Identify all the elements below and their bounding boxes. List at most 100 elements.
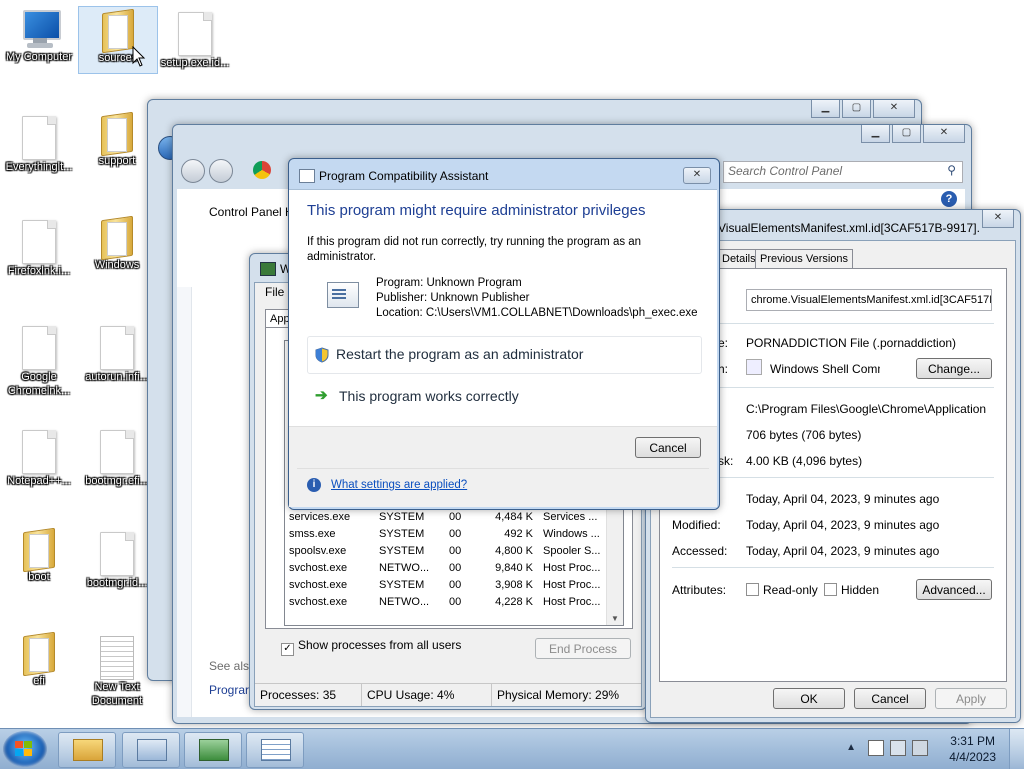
help-icon[interactable]: ? (941, 191, 957, 207)
file-icon (22, 326, 56, 370)
desktop-icon-efi[interactable]: efi (0, 631, 78, 688)
window-caption-buttons: ✕ (683, 167, 711, 184)
maximize-button[interactable]: ▢ (892, 125, 921, 143)
window-caption-buttons: ✕ (982, 210, 1014, 228)
modified-value: Today, April 04, 2023, 9 minutes ago (746, 518, 940, 532)
clock-date: 4/4/2023 (949, 750, 996, 764)
change-button[interactable]: Change... (916, 358, 992, 379)
clock[interactable]: 3:31 PM 4/4/2023 (949, 733, 996, 765)
close-button[interactable]: ✕ (683, 167, 711, 184)
minimize-button[interactable]: ▁ (861, 125, 890, 143)
taskbar-task-manager[interactable] (184, 732, 242, 768)
network-icon[interactable] (890, 740, 906, 756)
show-hidden-icons-icon[interactable]: ▲ (846, 742, 856, 753)
what-settings-link[interactable]: What settings are applied? (331, 479, 467, 491)
end-process-button[interactable]: End Process (535, 638, 631, 659)
desktop-icon-everything[interactable]: Everythinglt... (0, 116, 78, 174)
desktop-icon-boot[interactable]: boot (0, 527, 78, 584)
table-row[interactable]: services.exe SYSTEM 00 4,484 K Services ... (285, 509, 605, 526)
minimize-button[interactable]: ▁ (811, 100, 840, 118)
desktop-icon-label: Firefoxlnk.i... (7, 265, 71, 277)
ok-button[interactable]: OK (773, 688, 845, 709)
desktop-icon-my-computer[interactable]: My Computer (0, 8, 78, 64)
properties-icon (261, 739, 291, 761)
desktop-icon-new-text-document[interactable]: New Text Document (78, 636, 156, 708)
desktop-icon-google-chrome[interactable]: Google Chromelnk... (0, 326, 78, 398)
maximize-button[interactable]: ▢ (842, 100, 871, 118)
desktop-icon-label-line2: Document (91, 695, 143, 707)
cell-cpu: 00 (449, 579, 462, 591)
table-row[interactable]: svchost.exe NETWO... 00 9,840 K Host Proc... (285, 560, 605, 577)
folder-icon (19, 631, 59, 677)
search-input[interactable]: Search Control Panel ⚲ (723, 161, 963, 183)
cancel-button[interactable]: Cancel (854, 688, 926, 709)
cell-name: spoolsv.exe (289, 545, 347, 557)
desktop-icon-windows[interactable]: Windows (78, 215, 156, 272)
hidden-checkbox[interactable]: Hidden (824, 583, 879, 597)
cell-desc: Host Proc... (543, 596, 601, 608)
works-option-label: This program works correctly (339, 388, 519, 404)
programs-link[interactable]: Prograr (209, 683, 249, 697)
show-desktop-button[interactable] (1009, 729, 1024, 769)
desktop-icon-label: Google (21, 371, 57, 383)
table-row[interactable]: svchost.exe SYSTEM 00 3,908 K Host Proc... (285, 577, 605, 594)
advanced-button[interactable]: Advanced... (916, 579, 992, 600)
desktop-icon-bootmgr-efi[interactable]: bootmgr.efi... (78, 430, 156, 488)
cell-cpu: 00 (449, 562, 462, 574)
folder-icon (97, 111, 137, 157)
file-icon (22, 220, 56, 264)
cell-desc: Host Proc... (543, 562, 601, 574)
restart-as-admin-option[interactable]: Restart the program as an administrator (307, 336, 702, 374)
pca-app-icon (299, 169, 315, 183)
desktop-icon-label: New Text (94, 681, 140, 693)
apply-button[interactable]: Apply (935, 688, 1007, 709)
cell-mem: 9,840 K (495, 562, 533, 574)
readonly-checkbox[interactable]: Read-only (746, 583, 818, 597)
restart-option-label: Restart the program as an administrator (336, 346, 584, 362)
taskbar-explorer[interactable] (58, 732, 116, 768)
computer-icon (17, 8, 61, 50)
volume-icon[interactable] (912, 740, 928, 756)
file-icon (100, 430, 134, 474)
menu-file[interactable]: File (265, 285, 284, 299)
desktop-icon-label: boot (28, 571, 50, 583)
file-icon (100, 326, 134, 370)
works-correctly-option[interactable]: ➔ This program works correctly (307, 380, 700, 414)
status-divider (491, 684, 492, 706)
desktop-icon-support[interactable]: support (78, 111, 156, 168)
desktop-icon-firefox[interactable]: Firefoxlnk.i... (0, 220, 78, 278)
cell-desc: Services ... (543, 511, 598, 523)
close-button[interactable]: ✕ (873, 100, 915, 118)
status-cpu: CPU Usage: 4% (367, 688, 455, 702)
forward-button[interactable] (209, 159, 233, 183)
taskbar-control-panel[interactable] (122, 732, 180, 768)
desktop-icon-label: bootmgr.id... (86, 577, 148, 589)
action-center-icon[interactable] (868, 740, 884, 756)
tab-previous-versions[interactable]: Previous Versions (755, 249, 853, 268)
back-button[interactable] (181, 159, 205, 183)
desktop-icon-sources[interactable]: sources (78, 6, 158, 74)
desktop-icon-autorun[interactable]: autorun.infi... (78, 326, 156, 384)
cell-cpu: 00 (449, 596, 462, 608)
desktop-icon-bootmgr-id[interactable]: bootmgr.id... (78, 532, 156, 590)
filename-field[interactable]: chrome.VisualElementsManifest.xml.id[3CA… (746, 289, 992, 311)
separator (672, 477, 994, 478)
status-processes: Processes: 35 (260, 688, 337, 702)
table-row[interactable]: smss.exe SYSTEM 00 492 K Windows ... (285, 526, 605, 543)
start-button[interactable] (3, 731, 47, 767)
close-button[interactable]: ✕ (982, 210, 1014, 228)
shell-app-icon (746, 359, 762, 375)
cell-user: NETWO... (379, 596, 430, 608)
search-placeholder: Search Control Panel (728, 164, 843, 178)
close-button[interactable]: ✕ (923, 125, 965, 143)
cancel-button[interactable]: Cancel (635, 437, 701, 458)
show-all-processes-checkbox[interactable]: ✓ Show processes from all users (281, 638, 461, 656)
table-row[interactable]: svchost.exe NETWO... 00 4,228 K Host Proc... (285, 594, 605, 611)
file-icon (100, 532, 134, 576)
desktop-icon-notepad[interactable]: Notepad++... (0, 430, 78, 488)
desktop-icon-setup-exe[interactable]: setup.exe.id... (156, 12, 234, 70)
taskbar-properties[interactable] (246, 732, 304, 768)
scroll-down-icon[interactable]: ▼ (611, 614, 619, 623)
table-row[interactable]: spoolsv.exe SYSTEM 00 4,800 K Spooler S... (285, 543, 605, 560)
control-panel-home-link[interactable]: Control Panel H (209, 205, 294, 219)
